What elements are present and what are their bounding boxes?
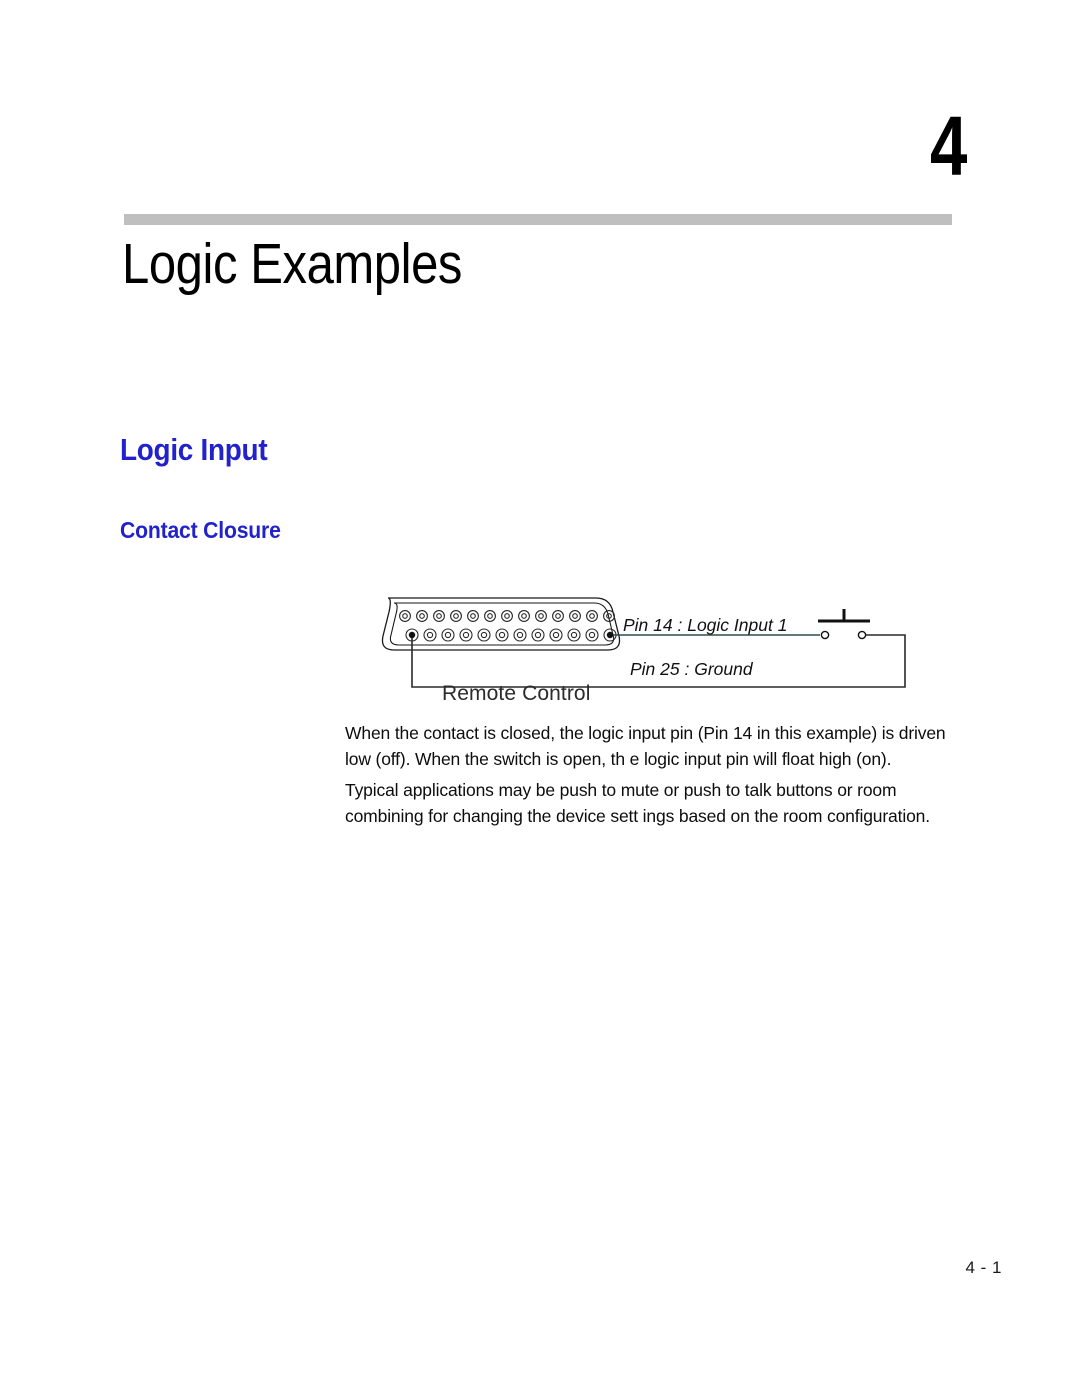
subsection-heading-contact-closure: Contact Closure bbox=[120, 517, 281, 543]
chapter-title: Logic Examples bbox=[122, 232, 463, 296]
connector-pin-row-bottom bbox=[405, 628, 617, 642]
connector-pin-row-top bbox=[399, 610, 615, 622]
connector-shell-outer bbox=[381, 597, 621, 651]
connector-shell-inner bbox=[389, 602, 615, 646]
switch-terminal-left bbox=[820, 630, 830, 640]
label-pin-14: Pin 14 : Logic Input 1 bbox=[623, 615, 787, 635]
body-paragraph-1: When the contact is closed, the logic in… bbox=[345, 723, 946, 769]
page-number-footer: 4 - 1 bbox=[965, 1258, 1002, 1277]
label-pin-25: Pin 25 : Ground bbox=[630, 659, 754, 679]
body-paragraph-2: Typical applications may be push to mute… bbox=[345, 780, 930, 826]
chapter-divider-rule bbox=[124, 214, 952, 225]
section-heading-logic-input: Logic Input bbox=[120, 432, 268, 467]
document-page: 4 Logic Examples Logic Input Contact Clo… bbox=[0, 0, 1080, 1397]
figure-caption-remote-control: Remote Control bbox=[442, 682, 591, 705]
chapter-number: 4 bbox=[930, 99, 967, 193]
switch-terminal-right bbox=[857, 630, 867, 640]
